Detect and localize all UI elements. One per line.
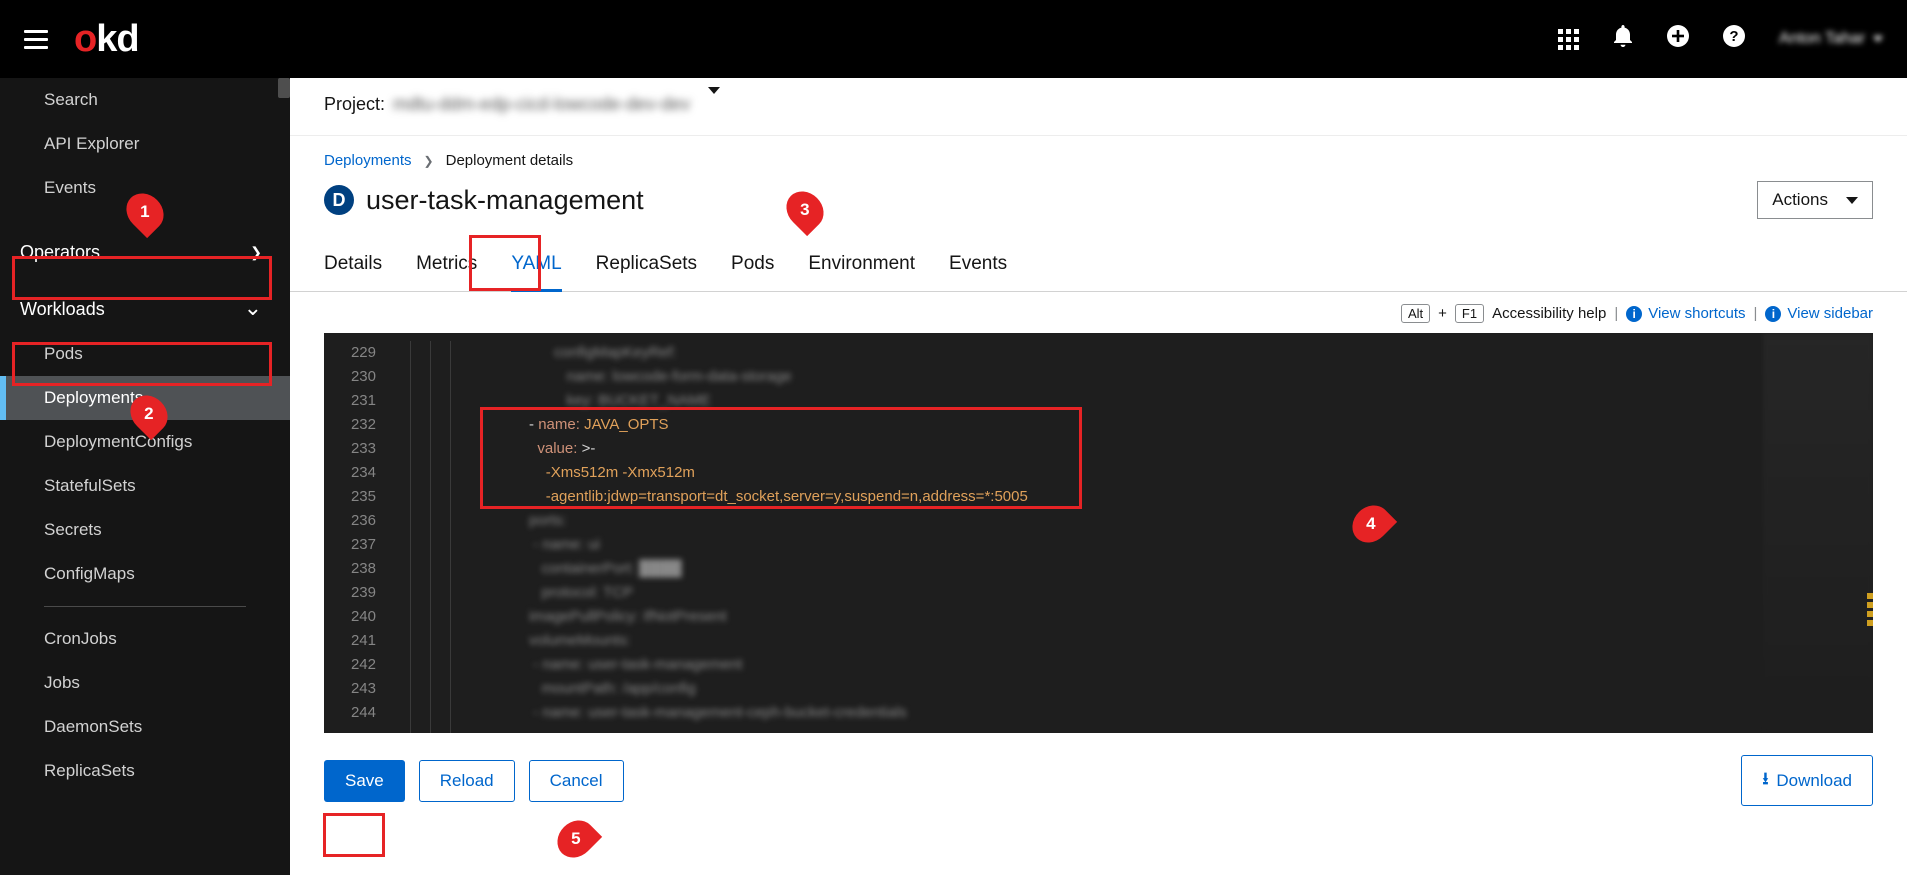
reload-button[interactable]: Reload — [419, 760, 515, 802]
kbd-f1: F1 — [1455, 304, 1484, 323]
sidebar-item-pods[interactable]: Pods — [0, 332, 290, 376]
chevron-right-icon — [250, 244, 262, 261]
sidebar-item-deployments[interactable]: Deployments — [0, 376, 290, 420]
tab-yaml[interactable]: YAML — [511, 241, 561, 291]
actions-button[interactable]: Actions — [1757, 181, 1873, 219]
editor-gutter: 2292302312322332342352362372382392402412… — [324, 341, 384, 725]
nav-toggle-button[interactable] — [24, 27, 48, 51]
logo-kd: kd — [96, 18, 138, 61]
svg-text:?: ? — [1729, 28, 1738, 45]
save-button[interactable]: Save — [324, 760, 405, 802]
sidebar-operators-label: Operators — [20, 242, 100, 263]
view-sidebar-link[interactable]: iView sidebar — [1765, 305, 1873, 322]
caret-down-icon — [1846, 197, 1858, 204]
sidebar-item-search[interactable]: Search — [0, 78, 290, 122]
tab-metrics[interactable]: Metrics — [416, 241, 477, 291]
logo-o: o — [74, 18, 96, 61]
user-menu[interactable]: Anton Tahar — [1779, 30, 1883, 48]
chevron-down-icon — [244, 302, 262, 318]
project-name: mdtu-ddm-edp-cicd-lowcode-dev-dev — [393, 94, 690, 115]
cancel-button[interactable]: Cancel — [529, 760, 624, 802]
footer-buttons: Save Reload Cancel ⭳ Download — [290, 733, 1907, 828]
plus-circle-icon[interactable] — [1667, 25, 1689, 53]
sidebar-item-deploymentconfigs[interactable]: DeploymentConfigs — [0, 420, 290, 464]
caret-down-icon — [708, 87, 720, 114]
sidebar-divider — [44, 606, 246, 607]
sidebar-item-jobs[interactable]: Jobs — [0, 661, 290, 705]
project-selector[interactable]: Project: mdtu-ddm-edp-cicd-lowcode-dev-d… — [290, 78, 1907, 136]
sidebar: Search API Explorer Events Operators Wor… — [0, 78, 290, 875]
apps-icon[interactable] — [1558, 29, 1579, 50]
sidebar-workloads-label: Workloads — [20, 299, 105, 320]
editor-toolbar: Alt + F1 Accessibility help | iView shor… — [290, 292, 1907, 333]
breadcrumb: Deployments ❯ Deployment details — [290, 136, 1907, 177]
sidebar-scrollbar[interactable] — [278, 78, 290, 98]
breadcrumb-parent-link[interactable]: Deployments — [324, 152, 412, 169]
deployment-badge-icon: D — [324, 185, 354, 215]
sidebar-section-workloads[interactable]: Workloads — [0, 287, 290, 332]
actions-label: Actions — [1772, 190, 1828, 210]
minimap-markers — [1867, 593, 1873, 629]
sidebar-item-statefulsets[interactable]: StatefulSets — [0, 464, 290, 508]
tab-events[interactable]: Events — [949, 241, 1007, 291]
main-content: Project: mdtu-ddm-edp-cicd-lowcode-dev-d… — [290, 78, 1907, 875]
yaml-editor[interactable]: 2292302312322332342352362372382392402412… — [324, 333, 1873, 733]
download-icon: ⭳ — [1762, 766, 1768, 795]
sidebar-item-api-explorer[interactable]: API Explorer — [0, 122, 290, 166]
tab-replicasets[interactable]: ReplicaSets — [596, 241, 697, 291]
view-shortcuts-link[interactable]: iView shortcuts — [1626, 305, 1745, 322]
chevron-right-icon: ❯ — [424, 154, 434, 168]
help-icon[interactable]: ? — [1723, 25, 1745, 53]
editor-minimap[interactable] — [1763, 333, 1873, 733]
sidebar-section-operators[interactable]: Operators — [0, 230, 290, 275]
sidebar-item-daemonsets[interactable]: DaemonSets — [0, 705, 290, 749]
accessibility-help-label: Accessibility help — [1492, 305, 1606, 322]
top-bar: okd ? Anton Tahar — [0, 0, 1907, 78]
download-label: Download — [1776, 771, 1852, 791]
bell-icon[interactable] — [1613, 25, 1633, 53]
kbd-alt: Alt — [1401, 304, 1430, 323]
page-title: user-task-management — [366, 185, 644, 216]
sidebar-item-configmaps[interactable]: ConfigMaps — [0, 552, 290, 596]
download-button[interactable]: ⭳ Download — [1741, 755, 1873, 806]
caret-down-icon — [1873, 36, 1883, 42]
annotation-box-5 — [323, 813, 385, 857]
tab-pods[interactable]: Pods — [731, 241, 774, 291]
breadcrumb-current: Deployment details — [446, 152, 574, 169]
user-name: Anton Tahar — [1779, 30, 1865, 48]
sidebar-item-cronjobs[interactable]: CronJobs — [0, 617, 290, 661]
okd-logo[interactable]: okd — [74, 18, 139, 61]
sidebar-item-events[interactable]: Events — [0, 166, 290, 210]
info-icon: i — [1626, 306, 1642, 322]
tab-details[interactable]: Details — [324, 241, 382, 291]
sidebar-item-replicasets[interactable]: ReplicaSets — [0, 749, 290, 793]
tab-environment[interactable]: Environment — [808, 241, 915, 291]
project-label: Project: — [324, 94, 385, 115]
sidebar-item-secrets[interactable]: Secrets — [0, 508, 290, 552]
editor-code[interactable]: configMapKeyRef: name: lowcode-form-data… — [404, 341, 1028, 725]
info-icon: i — [1765, 306, 1781, 322]
tabs: Details Metrics YAML ReplicaSets Pods En… — [290, 241, 1907, 292]
